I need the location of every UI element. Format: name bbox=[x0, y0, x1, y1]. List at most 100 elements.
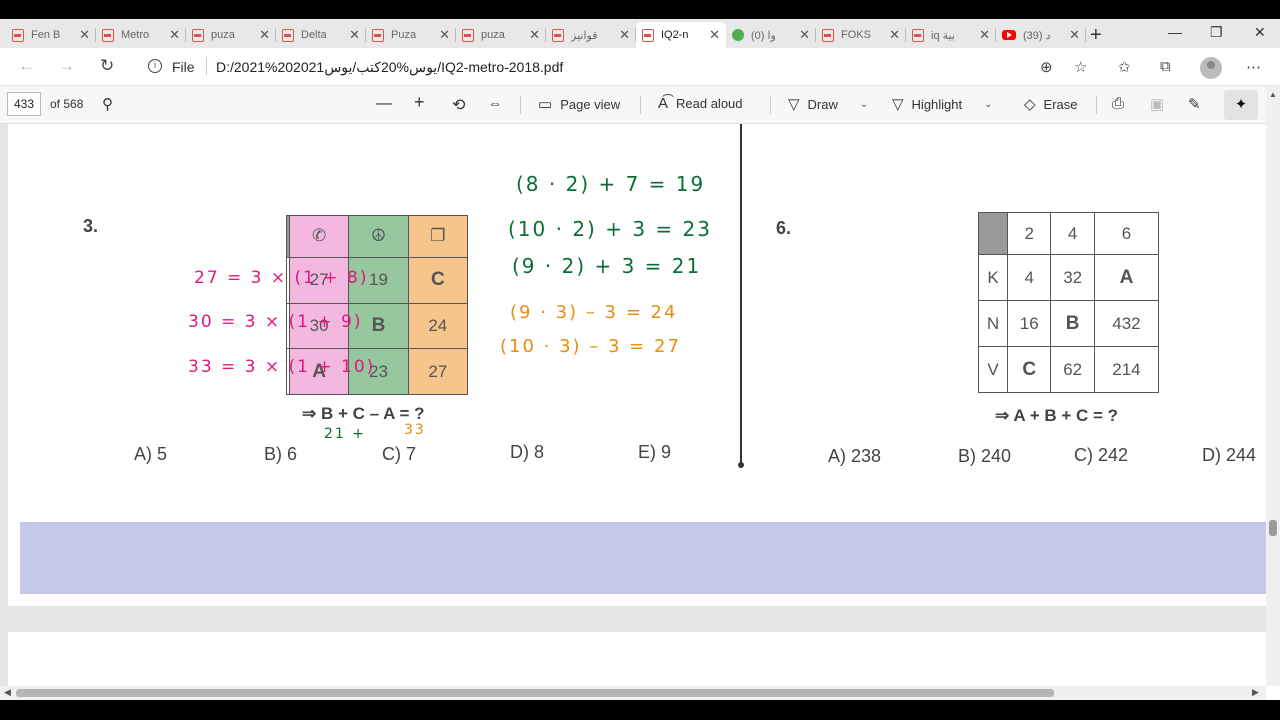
close-tab-icon[interactable]: ✕ bbox=[259, 27, 270, 43]
favorites-icon[interactable]: ✩ bbox=[1118, 58, 1131, 76]
page-total: of 568 bbox=[50, 97, 84, 111]
page-view-icon: ▭ bbox=[538, 96, 553, 113]
pdf-icon bbox=[372, 28, 384, 42]
close-tab-icon[interactable]: ✕ bbox=[439, 27, 450, 43]
pin-toolbar-icon[interactable]: ✦ bbox=[1224, 90, 1258, 120]
close-tab-icon[interactable]: ✕ bbox=[349, 27, 360, 43]
question-6-grid: 2 4 6 K 4 32 A N 16 B 432 V C 62 214 bbox=[978, 212, 1160, 393]
restore-button[interactable]: ❐ bbox=[1210, 24, 1223, 41]
new-tab-button[interactable]: + bbox=[1090, 24, 1102, 47]
close-tab-icon[interactable]: ✕ bbox=[1069, 27, 1080, 43]
info-icon[interactable]: i bbox=[148, 59, 162, 73]
question-6-choice-c: C) 242 bbox=[1074, 445, 1129, 465]
tab-title: Fen B bbox=[31, 29, 61, 41]
browser-tab[interactable]: Delta ✕ bbox=[276, 22, 366, 48]
erase-button[interactable]: ◇ Erase bbox=[1024, 95, 1078, 113]
handwritten-note-pink: 27 = 3 × (1 + 8) bbox=[194, 268, 369, 288]
scroll-up-icon[interactable]: ▲ bbox=[1269, 90, 1277, 99]
grid-cell: C bbox=[407, 256, 469, 304]
minimize-button[interactable]: — bbox=[1168, 24, 1182, 40]
question-6-equation: ⇒ A + B + C = ? bbox=[995, 406, 1119, 425]
browser-tab[interactable]: Puza ✕ bbox=[366, 22, 456, 48]
whatsapp-icon bbox=[732, 29, 744, 41]
back-button[interactable]: ← bbox=[18, 56, 35, 76]
browser-tab[interactable]: (0) وا ✕ bbox=[726, 22, 816, 48]
rotate-icon[interactable]: ⟲ bbox=[452, 95, 465, 115]
save-as-icon[interactable]: ✎ bbox=[1188, 95, 1201, 113]
handwritten-note-pink: 30 = 3 × (1 + 9) bbox=[188, 312, 363, 332]
page-view-button[interactable]: ▭ Page view bbox=[538, 95, 620, 113]
handwritten-note-green: 21 + bbox=[324, 426, 366, 442]
browser-tab[interactable]: قوانيز ✕ bbox=[546, 22, 636, 48]
chevron-down-icon[interactable]: ⌄ bbox=[984, 99, 992, 110]
question-3-choice-c: C) 7 bbox=[382, 444, 417, 464]
vertical-scrollbar[interactable]: ▲ bbox=[1266, 86, 1280, 686]
pdf-document-area[interactable]: 3. ✆ ☮ ❐ 27 19 C 30 B 24 A 23 27 ⇒ B + C… bbox=[0, 124, 1266, 686]
browser-tab[interactable]: (39) د ✕ bbox=[996, 22, 1086, 48]
browser-tab[interactable]: Metro ✕ bbox=[96, 22, 186, 48]
tab-title: IQ2-n bbox=[661, 29, 689, 41]
pdf-icon bbox=[912, 28, 924, 42]
add-favorite-icon[interactable]: ☆ bbox=[1074, 58, 1087, 76]
forward-button[interactable]: → bbox=[58, 56, 75, 76]
profile-avatar[interactable] bbox=[1200, 57, 1222, 79]
close-tab-icon[interactable]: ✕ bbox=[979, 27, 990, 43]
browser-tab[interactable]: IQ2-n ✕ bbox=[636, 22, 726, 48]
close-tab-icon[interactable]: ✕ bbox=[169, 27, 180, 43]
close-tab-icon[interactable]: ✕ bbox=[799, 27, 810, 43]
grid-cell: 32 bbox=[1050, 254, 1095, 301]
close-tab-icon[interactable]: ✕ bbox=[889, 27, 900, 43]
tab-title: (39) د bbox=[1023, 29, 1051, 42]
grid-corner-cell bbox=[978, 212, 1008, 255]
scroll-left-icon[interactable]: ◀ bbox=[4, 687, 11, 698]
grid-cell: 62 bbox=[1050, 346, 1095, 393]
close-tab-icon[interactable]: ✕ bbox=[529, 27, 540, 43]
vertical-scroll-thumb[interactable] bbox=[1269, 520, 1277, 536]
tab-title: Puza bbox=[391, 29, 417, 41]
url-box[interactable]: i File D:/2021%202021يوس%20كتب/يوس/IQ2-m… bbox=[140, 53, 1100, 81]
read-aloud-button[interactable]: A͡ Read aloud bbox=[658, 95, 743, 112]
draw-button[interactable]: ▽ Draw ⌄ bbox=[788, 95, 868, 113]
collections-icon[interactable]: ⧉ bbox=[1160, 58, 1171, 75]
read-aloud-icon: A͡ bbox=[658, 95, 669, 112]
horizontal-scrollbar[interactable]: ◀ ▶ bbox=[0, 686, 1266, 700]
file-label: File bbox=[172, 59, 195, 75]
browser-tab[interactable]: Fen B ✕ bbox=[6, 22, 96, 48]
search-icon[interactable]: ⚲ bbox=[102, 95, 113, 113]
table-row: ✆ ☮ ❐ bbox=[286, 215, 469, 258]
fit-page-icon[interactable]: ⇔ bbox=[488, 95, 502, 111]
grid-header-cell: 2 bbox=[1006, 212, 1052, 255]
browser-tab[interactable]: puza ✕ bbox=[186, 22, 276, 48]
browser-tab[interactable]: iq بية ✕ bbox=[906, 22, 996, 48]
close-tab-icon[interactable]: ✕ bbox=[79, 27, 90, 43]
pdf-icon bbox=[552, 28, 564, 42]
print-icon[interactable]: ⎙ bbox=[1112, 95, 1124, 112]
tab-strip: Fen B ✕ Metro ✕ puza ✕ Delta ✕ Puza ✕ puza ✕ قوانيز ✕… bbox=[0, 0, 1280, 48]
save-icon[interactable]: ▣ bbox=[1150, 95, 1164, 113]
erase-label: Erase bbox=[1043, 96, 1078, 112]
zoom-icon[interactable]: ⊕ bbox=[1040, 58, 1053, 76]
zoom-out-button[interactable]: — bbox=[376, 95, 392, 113]
more-menu-icon[interactable]: ⋯ bbox=[1246, 58, 1261, 76]
zoom-in-button[interactable]: + bbox=[414, 92, 425, 113]
scroll-right-icon[interactable]: ▶ bbox=[1252, 687, 1259, 698]
page-number-input[interactable]: 433 bbox=[7, 92, 41, 116]
chevron-down-icon[interactable]: ⌄ bbox=[860, 99, 868, 110]
close-tab-icon[interactable]: ✕ bbox=[619, 27, 630, 43]
reload-button[interactable]: ↻ bbox=[100, 56, 114, 76]
browser-tab[interactable]: puza ✕ bbox=[456, 22, 546, 48]
close-tab-icon[interactable]: ✕ bbox=[709, 27, 720, 43]
grid-cell: C bbox=[1006, 346, 1052, 393]
tab-title: (0) وا bbox=[751, 29, 776, 42]
browser-tab[interactable]: FOKS ✕ bbox=[816, 22, 906, 48]
url-text[interactable]: D:/2021%202021يوس%20كتب/يوس/IQ2-metro-20… bbox=[216, 59, 563, 76]
eraser-icon: ◇ bbox=[1024, 96, 1036, 113]
question-6-choice-a: A) 238 bbox=[828, 446, 882, 466]
handwritten-note-orange: 33 bbox=[404, 422, 426, 438]
highlight-button[interactable]: ▽ Highlight ⌄ bbox=[892, 95, 993, 113]
toolbar-divider bbox=[640, 96, 641, 114]
horizontal-scroll-thumb[interactable] bbox=[16, 689, 1054, 697]
draw-label: Draw bbox=[807, 96, 838, 112]
grid-cell: 4 bbox=[1006, 254, 1052, 301]
close-window-button[interactable]: ✕ bbox=[1254, 24, 1266, 41]
